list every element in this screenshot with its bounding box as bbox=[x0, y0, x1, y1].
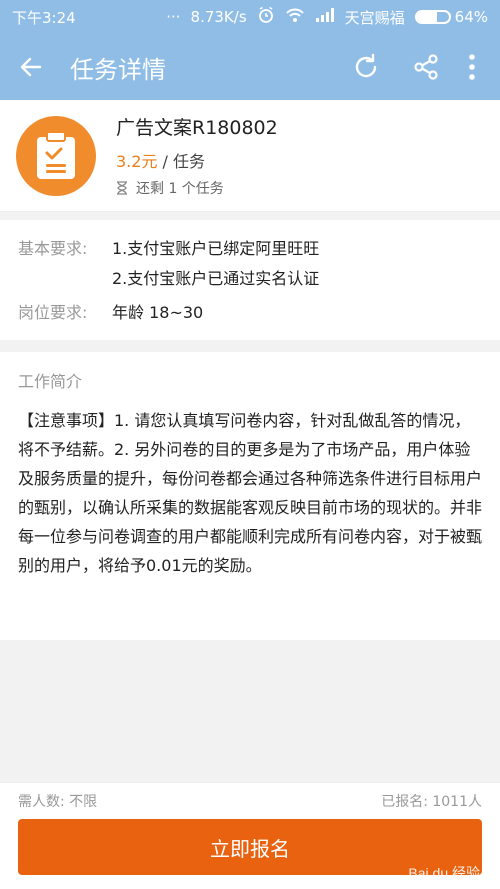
signed-up-count: 已报名: 1011人 bbox=[381, 794, 482, 810]
task-price: 3.2元 bbox=[116, 152, 158, 171]
position-requirements-row: 岗位要求: 年龄 18~30 bbox=[18, 298, 482, 328]
share-icon bbox=[414, 54, 438, 80]
battery-indicator: 64% bbox=[414, 8, 488, 26]
network-speed: 8.73K/s bbox=[190, 8, 247, 26]
battery-fill bbox=[416, 12, 438, 22]
back-arrow-icon bbox=[20, 57, 42, 77]
basic-requirement-item: 2.支付宝账户已通过实名认证 bbox=[112, 269, 320, 288]
requirements-section: 基本要求: 1.支付宝账户已绑定阿里旺旺 2.支付宝账户已通过实名认证 岗位要求… bbox=[0, 220, 500, 340]
app-header: 任务详情 bbox=[0, 34, 500, 100]
signup-stats: 需人数: 不限 已报名: 1011人 bbox=[0, 783, 500, 819]
alarm-icon bbox=[257, 6, 275, 28]
baidu-watermark: Bai du 经验 bbox=[408, 865, 480, 881]
task-card: 广告文案R180802 3.2元 / 任务 还剩 1 个任务 bbox=[0, 100, 500, 212]
status-time: 下午3:24 bbox=[12, 8, 76, 27]
battery-icon bbox=[414, 10, 451, 24]
task-price-unit: / 任务 bbox=[157, 152, 206, 171]
page-title: 任务详情 bbox=[70, 55, 166, 84]
task-remaining: 还剩 1 个任务 bbox=[136, 181, 224, 197]
position-requirements-value: 年龄 18~30 bbox=[112, 303, 204, 322]
task-remaining-line: 还剩 1 个任务 bbox=[116, 178, 278, 198]
wifi-icon bbox=[285, 7, 305, 27]
signup-button-label: 立即报名 bbox=[210, 836, 290, 861]
basic-requirements-list: 1.支付宝账户已绑定阿里旺旺 2.支付宝账户已通过实名认证 bbox=[112, 234, 319, 294]
refresh-button[interactable] bbox=[348, 49, 384, 85]
more-vertical-icon bbox=[469, 54, 475, 80]
bottom-bar: 需人数: 不限 已报名: 1011人 立即报名 Bai du 经验 bbox=[0, 782, 500, 889]
back-button[interactable] bbox=[18, 54, 44, 80]
basic-requirements-row: 基本要求: 1.支付宝账户已绑定阿里旺旺 2.支付宝账户已通过实名认证 bbox=[18, 234, 482, 294]
job-description-section: 工作简介 【注意事项】1. 请您认真填写问卷内容，针对乱做乱答的情况，将不予结薪… bbox=[0, 352, 500, 640]
position-requirements-label: 岗位要求: bbox=[18, 303, 88, 322]
basic-requirement-item: 1.支付宝账户已绑定阿里旺旺 bbox=[112, 239, 320, 258]
hourglass-icon bbox=[117, 181, 127, 195]
task-detail-screen: 下午3:24 ··· 8.73K/s 天宫赐福 64% 任务详情 广告文案R18… bbox=[0, 0, 500, 889]
carrier-name: 天宫赐福 bbox=[344, 8, 405, 27]
signal-icon bbox=[315, 7, 335, 27]
more-menu-button[interactable] bbox=[462, 49, 482, 85]
battery-percent: 64% bbox=[454, 8, 488, 26]
clipboard-icon bbox=[16, 115, 96, 196]
more-dots: ··· bbox=[166, 8, 181, 26]
refresh-icon bbox=[355, 53, 377, 78]
job-description-title: 工作简介 bbox=[18, 372, 83, 391]
people-needed: 需人数: 不限 bbox=[18, 794, 98, 810]
share-button[interactable] bbox=[408, 49, 444, 85]
status-bar: 下午3:24 ··· 8.73K/s 天宫赐福 64% bbox=[0, 0, 500, 34]
task-name: 广告文案R180802 bbox=[116, 117, 278, 139]
status-right: ··· 8.73K/s 天宫赐福 64% bbox=[166, 6, 488, 28]
job-description-body: 【注意事项】1. 请您认真填写问卷内容，针对乱做乱答的情况，将不予结薪。2. 另… bbox=[18, 411, 483, 575]
task-price-line: 3.2元 / 任务 bbox=[116, 148, 278, 172]
basic-requirements-label: 基本要求: bbox=[18, 239, 88, 258]
task-info: 广告文案R180802 3.2元 / 任务 还剩 1 个任务 bbox=[116, 113, 278, 198]
